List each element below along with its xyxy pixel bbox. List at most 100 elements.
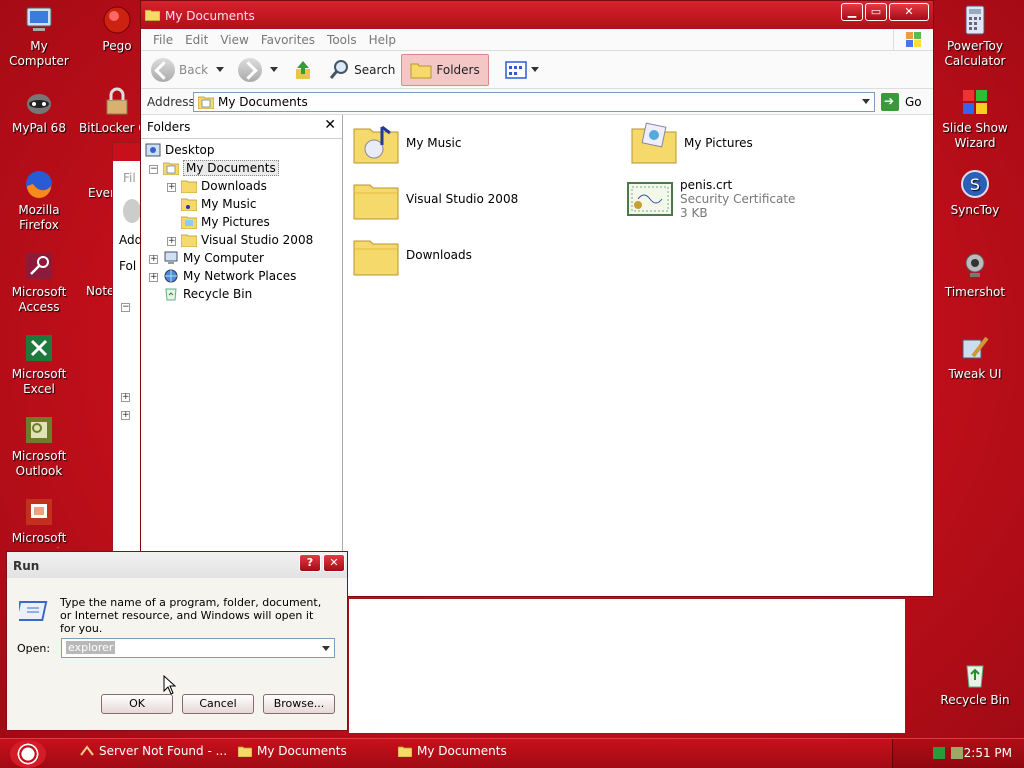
tree-item-my-network-places[interactable]: My Network Places (163, 267, 296, 285)
chevron-down-icon[interactable] (216, 67, 225, 72)
open-input[interactable]: explorer (61, 638, 335, 658)
clock[interactable]: 2:51 PM (964, 746, 1012, 760)
desktop-icon-timershot[interactable]: Timershot (936, 250, 1014, 300)
file-item-my-music[interactable]: My Music (352, 121, 461, 165)
tree-expand-icon[interactable]: + (121, 411, 130, 420)
back-arrow-icon (151, 57, 175, 82)
desktop-icon-label: Slide Show Wizard (942, 121, 1008, 150)
go-arrow-icon (881, 93, 899, 111)
up-folder-button[interactable] (292, 59, 314, 81)
file-type: Security Certificate (680, 192, 796, 206)
cancel-button[interactable]: Cancel (182, 694, 254, 714)
desktop-icon-excel[interactable]: Microsoft Excel (0, 332, 78, 397)
computer-icon (23, 4, 55, 36)
desktop-icon-recycle-bin[interactable]: Recycle Bin (936, 658, 1014, 708)
desktop-icon-powerpoint[interactable]: Microsoft PowerPoint (0, 496, 78, 548)
desktop-icon-my-computer[interactable]: My Computer (0, 4, 78, 69)
network-icon (164, 269, 178, 283)
file-item-certificate[interactable]: penis.crt Security Certificate 3 KB (626, 177, 795, 221)
status-tray-icon[interactable] (933, 747, 945, 759)
close-icon[interactable]: ✕ (324, 117, 336, 133)
tree-item-my-documents[interactable]: My Documents (163, 159, 279, 177)
desktop-icon-outlook[interactable]: Microsoft Outlook (0, 414, 78, 479)
file-item-my-pictures[interactable]: My Pictures (630, 121, 753, 165)
tree-item-recycle-bin[interactable]: Recycle Bin (163, 285, 252, 303)
explorer-window[interactable]: My Documents ▁ ▭ ✕ File Edit View Favori… (140, 0, 934, 597)
folder-icon (353, 184, 399, 220)
tree-expand-icon[interactable]: + (167, 183, 176, 192)
run-dialog[interactable]: Run ? ✕ Type the name of a program, fold… (6, 551, 348, 731)
menu-file[interactable]: File (147, 29, 179, 50)
go-label: Go (905, 95, 922, 109)
taskbar-item-server-not-found[interactable]: Server Not Found - ... (80, 744, 227, 758)
tree-expand-icon[interactable]: + (149, 273, 158, 282)
chevron-down-icon[interactable] (530, 67, 539, 72)
address-input[interactable]: My Documents (193, 92, 875, 112)
file-item-downloads[interactable]: Downloads (352, 233, 472, 277)
desktop-icon-firefox[interactable]: Mozilla Firefox (0, 168, 78, 233)
chevron-down-icon[interactable] (322, 646, 330, 651)
menu-edit[interactable]: Edit (179, 29, 214, 50)
tree-item-downloads[interactable]: Downloads (181, 177, 267, 195)
speaker-tray-icon[interactable] (951, 747, 963, 759)
close-button[interactable]: ✕ (889, 3, 929, 21)
desktop-icon-mypal[interactable]: MyPal 68 (0, 86, 78, 136)
tree-expand-icon[interactable]: + (167, 237, 176, 246)
file-name: Downloads (406, 248, 472, 262)
menu-help[interactable]: Help (363, 29, 402, 50)
file-item-visual-studio-2008[interactable]: Visual Studio 2008 (352, 177, 518, 221)
menu-tools[interactable]: Tools (321, 29, 363, 50)
folder-icon (410, 63, 432, 78)
search-button[interactable]: Search (328, 59, 395, 81)
tweakui-icon (959, 332, 991, 364)
explorer-titlebar[interactable]: My Documents ▁ ▭ ✕ (141, 1, 933, 29)
menu-favorites[interactable]: Favorites (255, 29, 321, 50)
access-icon (23, 250, 55, 282)
forward-button[interactable] (238, 57, 286, 82)
recycle-bin-icon (959, 658, 991, 690)
back-icon (123, 199, 141, 223)
open-label: Open: (17, 642, 51, 655)
taskbar-item-my-documents-2[interactable]: My Documents (398, 744, 507, 758)
taskbar-item-my-documents-1[interactable]: My Documents (238, 744, 347, 758)
window-title: My Documents (165, 9, 255, 23)
desktop-icon-tweakui[interactable]: Tweak UI (936, 332, 1014, 382)
tree-collapse-icon[interactable]: − (121, 303, 130, 312)
background-window[interactable]: Fil Add Fol − + + (112, 142, 142, 552)
tree-item-visual-studio-2008[interactable]: Visual Studio 2008 (181, 231, 313, 249)
address-dropdown-button[interactable] (858, 93, 874, 111)
slideshow-icon (959, 86, 991, 118)
desktop-icon-label: SyncToy (950, 203, 1000, 217)
help-button[interactable]: ? (299, 554, 321, 572)
back-button[interactable]: Back (151, 57, 232, 82)
desktop-icon-slideshow[interactable]: Slide Show Wizard (936, 86, 1014, 151)
address-label: Address (147, 95, 195, 109)
tree-expand-icon[interactable]: + (149, 255, 158, 264)
go-button[interactable]: Go (881, 93, 922, 111)
tree-item-my-computer[interactable]: My Computer (163, 249, 264, 267)
desktop-icon-label: My Computer (9, 39, 69, 68)
tree-collapse-icon[interactable]: − (149, 165, 158, 174)
tree-item-my-music[interactable]: My Music (181, 195, 256, 213)
desktop-icon-synctoy[interactable]: S SyncToy (936, 168, 1014, 218)
tree-item-desktop[interactable]: Desktop (145, 141, 215, 159)
menu-view[interactable]: View (214, 29, 254, 50)
desktop-icon-label: Recycle Bin (940, 693, 1010, 707)
browse-button[interactable]: Browse... (263, 694, 335, 714)
minimize-button[interactable]: ▁ (841, 3, 863, 21)
ok-button[interactable]: OK (101, 694, 173, 714)
tree-expand-icon[interactable]: + (121, 393, 130, 402)
excel-icon (23, 332, 55, 364)
desktop-icon-label: Microsoft PowerPoint (6, 531, 72, 548)
desktop-icon-access[interactable]: Microsoft Access (0, 250, 78, 315)
desktop-icon-calculator[interactable]: PowerToy Calculator (936, 4, 1014, 69)
close-button[interactable]: ✕ (323, 554, 345, 572)
chevron-down-icon[interactable] (270, 67, 279, 72)
views-button[interactable] (504, 60, 547, 79)
tree-item-my-pictures[interactable]: My Pictures (181, 213, 270, 231)
run-dialog-titlebar[interactable]: Run ? ✕ (7, 552, 347, 578)
maximize-button[interactable]: ▭ (865, 3, 887, 21)
folders-button[interactable]: Folders (401, 53, 489, 86)
start-button[interactable] (10, 740, 46, 768)
webcam-icon (959, 250, 991, 282)
